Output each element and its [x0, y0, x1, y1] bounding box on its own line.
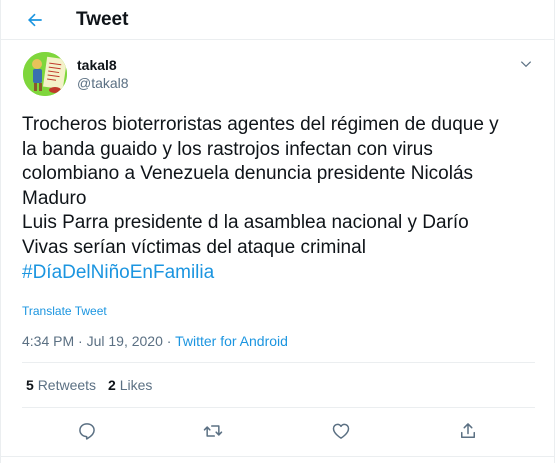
chevron-down-icon	[519, 57, 533, 71]
heart-icon	[331, 421, 351, 441]
tweet-stats: 5 Retweets 2 Likes	[26, 377, 152, 393]
share-button[interactable]	[457, 420, 479, 442]
like-button[interactable]	[330, 420, 352, 442]
reply-icon	[77, 421, 97, 441]
tweet-date[interactable]: Jul 19, 2020	[87, 333, 163, 349]
tweet-page: Tweet takal8 @takal8 Trocheros bioterror…	[0, 0, 555, 463]
page-header: Tweet	[1, 0, 555, 40]
arrow-left-icon	[25, 10, 45, 30]
author-display-name[interactable]: takal8	[77, 57, 117, 73]
likes-label: Likes	[119, 377, 153, 393]
divider	[22, 362, 535, 363]
tweet-text-line: Trocheros bioterroristas agentes del rég…	[22, 114, 499, 135]
likes-stat[interactable]: 2 Likes	[108, 377, 152, 393]
tweet-text-line: Luis Parra presidente d la asamblea naci…	[22, 212, 469, 234]
author-handle[interactable]: @takal8	[77, 75, 129, 91]
meta-separator: ·	[162, 333, 176, 349]
page-title: Tweet	[76, 9, 129, 30]
tweet-text-line: la banda guaido y los rastrojos infectan…	[22, 138, 433, 160]
divider	[22, 407, 535, 408]
retweet-button[interactable]	[202, 420, 224, 442]
avatar[interactable]	[23, 52, 67, 96]
hashtag-link[interactable]: #DíaDelNiñoEnFamilia	[22, 261, 542, 286]
more-options-button[interactable]	[517, 55, 535, 73]
tweet-text-line: Maduro	[22, 187, 87, 209]
divider	[1, 456, 555, 457]
translate-tweet-link[interactable]: Translate Tweet	[22, 304, 107, 318]
tweet-text-line: colombiano a Venezuela denuncia presiden…	[22, 163, 474, 185]
reply-button[interactable]	[76, 420, 98, 442]
meta-separator: ·	[74, 333, 87, 349]
likes-count: 2	[108, 377, 116, 393]
share-icon	[458, 421, 478, 441]
tweet-text-line: Vivas serían víctimas del ataque crimina…	[22, 236, 366, 258]
avatar-image	[23, 52, 67, 96]
tweet-text: Trocheros bioterroristas agentes del rég…	[22, 113, 542, 285]
retweet-icon	[202, 421, 224, 441]
retweets-stat[interactable]: 5 Retweets	[26, 377, 96, 393]
tweet-metadata: 4:34 PM · Jul 19, 2020 · Twitter for And…	[22, 333, 288, 349]
retweets-label: Retweets	[37, 377, 97, 393]
retweets-count: 5	[26, 377, 34, 393]
back-button[interactable]	[23, 8, 47, 32]
tweet-time[interactable]: 4:34 PM	[22, 333, 74, 349]
tweet-source-link[interactable]: Twitter for Android	[175, 333, 288, 349]
